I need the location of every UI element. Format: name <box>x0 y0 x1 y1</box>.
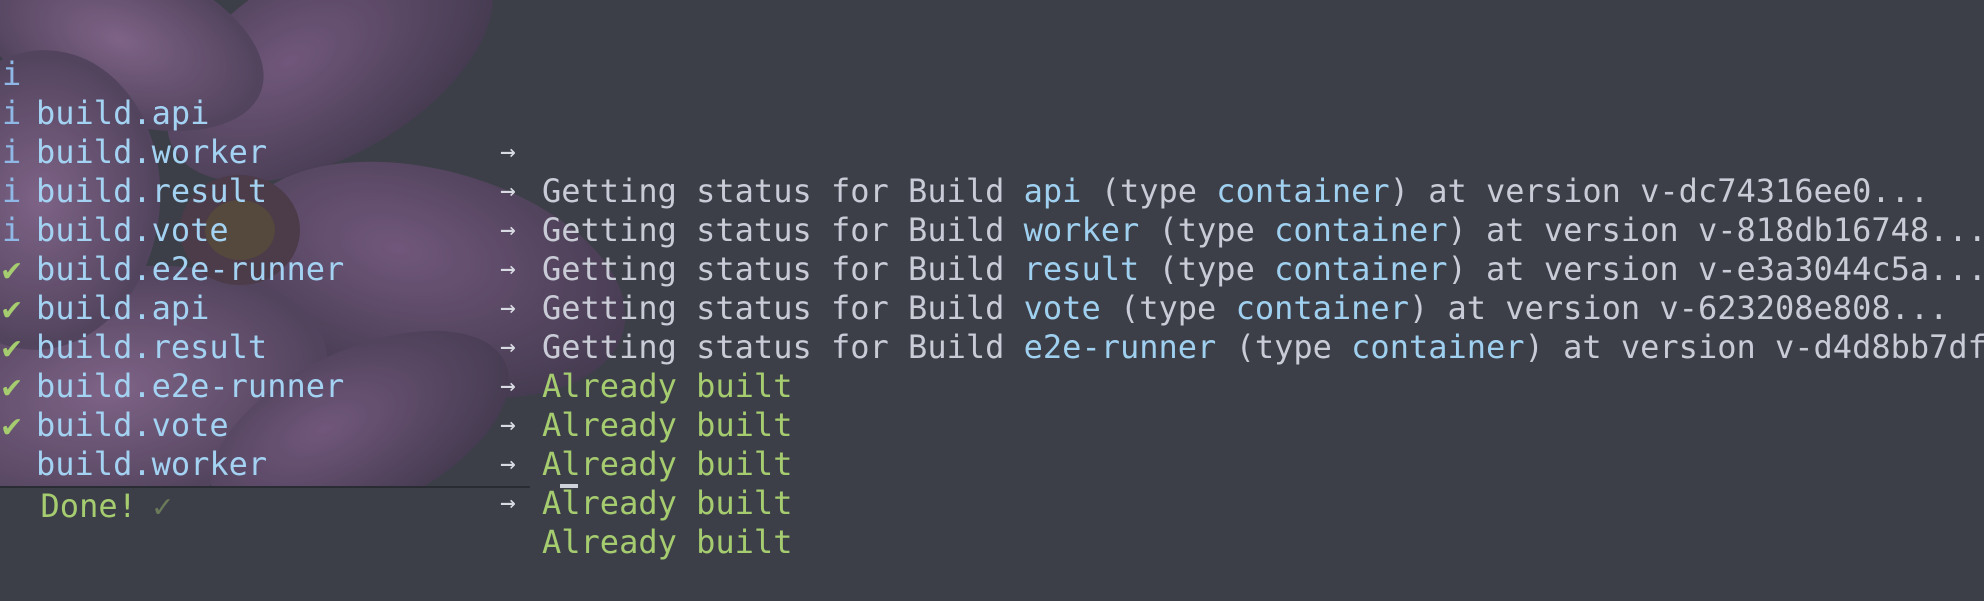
done-message: Done! ✓ <box>2 446 173 525</box>
log-line: i build.result → Getting status for Buil… <box>0 94 1984 288</box>
log-line: ✔ build.api → Already built <box>0 211 1984 405</box>
terminal-output: i build.api → Getting status for Build a… <box>0 16 1984 561</box>
log-message: Already built <box>542 406 793 444</box>
log-line: ✔ build.vote → Already built <box>0 328 1984 522</box>
log-line: i build.vote → Getting status for Build … <box>0 133 1984 327</box>
log-line: i build.e2e-runner → Getting status for … <box>0 172 1984 366</box>
log-message: Already built <box>542 484 793 522</box>
checkmark-icon: ✓ <box>152 487 173 525</box>
arrow-icon: → <box>500 410 516 440</box>
log-line: ✔ build.worker → Already built <box>0 367 1984 561</box>
log-line: i build.worker → Getting status for Buil… <box>0 55 1984 249</box>
log-line: ✔ build.result → Already built <box>0 250 1984 444</box>
log-message: Already built <box>542 445 793 483</box>
checkmark-icon: ✔ <box>2 406 22 444</box>
terminal-cursor[interactable] <box>560 484 578 488</box>
log-line: i build.api → Getting status for Build a… <box>0 16 1984 210</box>
log-message: Already built <box>542 523 793 561</box>
arrow-icon: → <box>500 449 516 479</box>
done-text: Done! <box>40 487 137 525</box>
arrow-icon: → <box>500 488 516 518</box>
log-line: ✔ build.e2e-runner → Already built <box>0 289 1984 483</box>
